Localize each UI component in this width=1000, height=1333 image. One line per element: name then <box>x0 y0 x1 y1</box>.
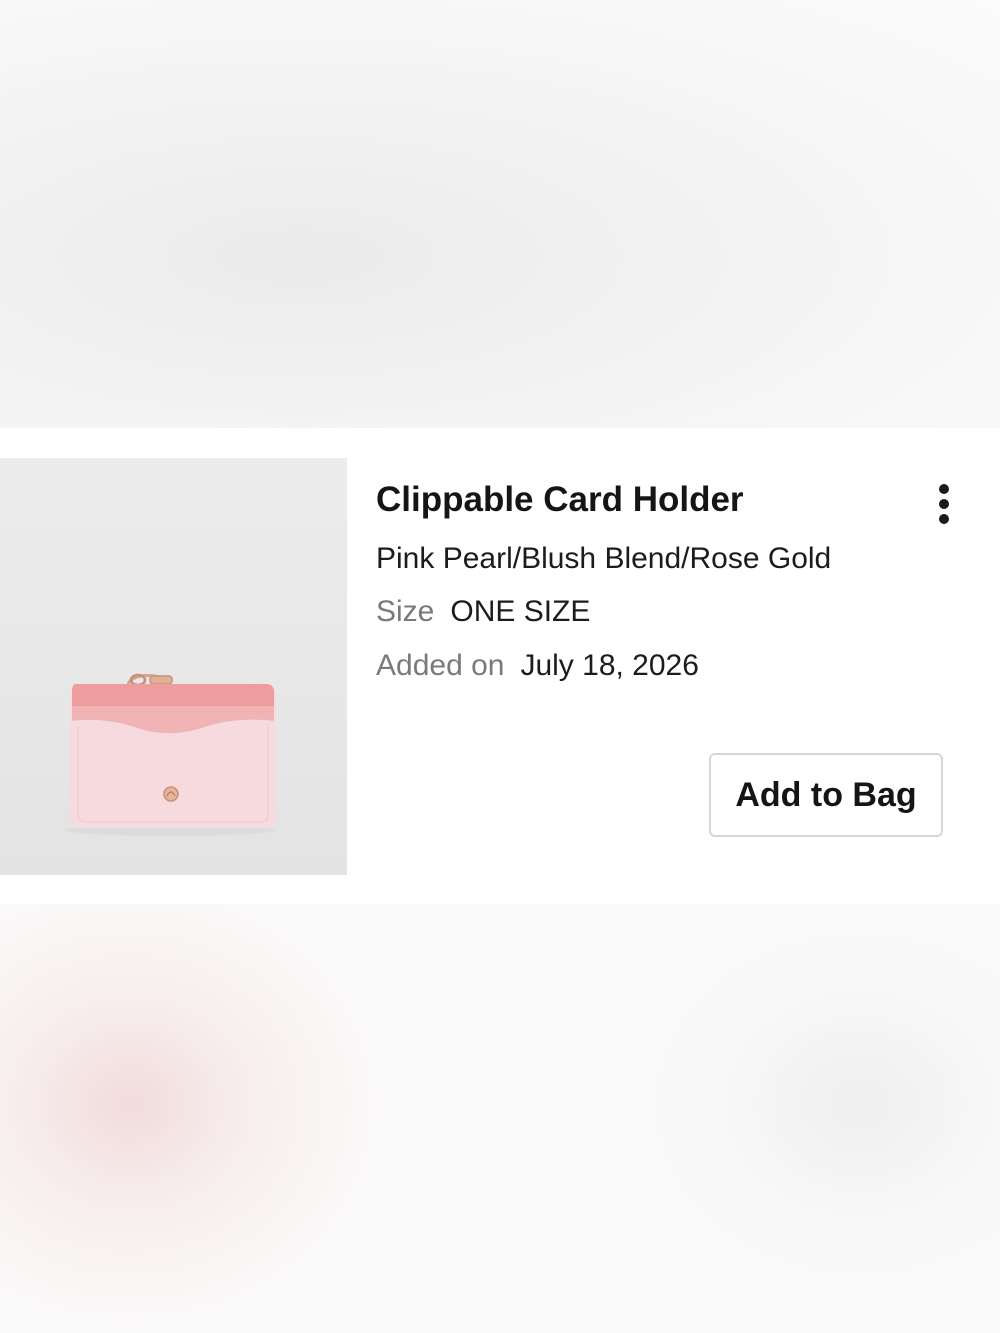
add-to-bag-button[interactable]: Add to Bag <box>709 753 943 837</box>
size-label: Size <box>376 595 435 628</box>
blurred-background-bottom <box>0 904 1000 1333</box>
added-on-label: Added on <box>376 649 505 682</box>
wishlist-item-card: Clippable Card Holder Pink Pearl/Blush B… <box>0 428 1000 904</box>
product-color: Pink Pearl/Blush Blend/Rose Gold <box>376 542 832 575</box>
more-vertical-icon-dot <box>939 514 949 524</box>
more-options-button[interactable] <box>926 482 962 526</box>
size-row: Size ONE SIZE <box>376 595 590 629</box>
added-on-date: July 18, 2026 <box>520 649 699 682</box>
blurred-background-top <box>0 0 1000 428</box>
product-image[interactable] <box>0 458 347 875</box>
more-vertical-icon-dot <box>939 499 949 509</box>
more-vertical-icon <box>939 484 949 494</box>
card-holder-illustration <box>65 673 276 836</box>
added-on-row: Added on July 18, 2026 <box>376 649 699 683</box>
size-value: ONE SIZE <box>450 595 591 628</box>
product-title[interactable]: Clippable Card Holder <box>376 480 896 520</box>
